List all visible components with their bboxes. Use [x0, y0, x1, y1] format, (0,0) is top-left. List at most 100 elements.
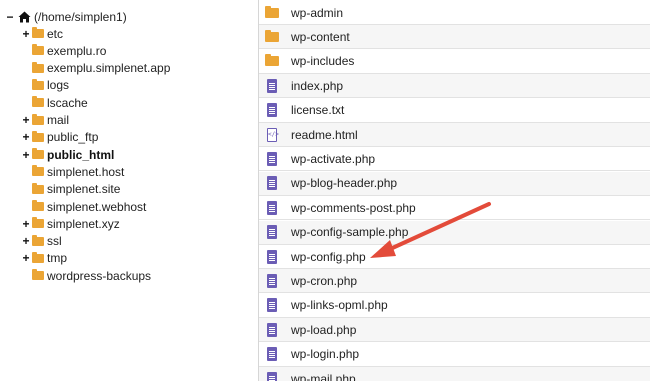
expand-toggle[interactable]: +	[22, 131, 30, 143]
php-file-icon	[265, 78, 279, 94]
tree-item-public-ftp[interactable]: + public_ftp	[22, 129, 98, 146]
tree-item-simplenet-webhost[interactable]: simplenet.webhost	[22, 198, 146, 215]
folder-icon	[32, 78, 44, 90]
tree-item-exemplu-simplenet-app[interactable]: exemplu.simplenet.app	[22, 60, 170, 77]
folder-icon	[32, 148, 44, 160]
file-name[interactable]: wp-links-opml.php	[291, 298, 388, 312]
folder-icon	[32, 130, 44, 142]
tree-root[interactable]: − (/home/simplen1)	[6, 8, 127, 25]
tree-item-lscache[interactable]: lscache	[22, 94, 88, 111]
collapse-toggle[interactable]: −	[6, 11, 14, 23]
folder-icon	[32, 200, 44, 211]
file-name[interactable]: wp-cron.php	[291, 274, 357, 288]
folder-icon	[265, 5, 279, 21]
folder-icon	[32, 217, 44, 229]
file-name[interactable]: wp-load.php	[291, 323, 356, 337]
tree-item-tmp[interactable]: + tmp	[22, 250, 67, 267]
tree-item-exemplu-ro[interactable]: exemplu.ro	[22, 42, 106, 59]
file-row[interactable]: wp-content	[259, 25, 650, 50]
file-name[interactable]: wp-config.php	[291, 250, 366, 264]
file-row[interactable]: wp-activate.php	[259, 147, 650, 172]
file-row[interactable]: license.txt	[259, 99, 650, 123]
tree-item-label[interactable]: lscache	[47, 96, 88, 110]
file-name[interactable]: wp-comments-post.php	[291, 201, 416, 215]
tree-item-logs[interactable]: logs	[22, 77, 69, 94]
file-name[interactable]: index.php	[291, 79, 343, 93]
tree-item-label[interactable]: tmp	[47, 251, 67, 265]
folder-icon	[32, 251, 44, 263]
file-list: wp-admin wp-content wp-includes index.php li…	[259, 0, 650, 381]
folder-icon	[32, 165, 44, 177]
expand-toggle[interactable]: +	[22, 218, 30, 230]
html-file-icon: </>	[265, 127, 279, 143]
tree-item-label[interactable]: exemplu.simplenet.app	[47, 61, 170, 75]
tree-item-label[interactable]: simplenet.site	[47, 182, 120, 196]
file-row[interactable]: wp-includes	[259, 50, 650, 74]
expand-toggle[interactable]: +	[22, 235, 30, 247]
file-name[interactable]: wp-login.php	[291, 347, 359, 361]
tree-item-public-html[interactable]: + public_html	[22, 146, 114, 163]
folder-icon	[265, 29, 279, 45]
file-row[interactable]: wp-mail.php	[259, 367, 650, 381]
folder-icon	[32, 182, 44, 194]
tree-item-label[interactable]: simplenet.xyz	[47, 217, 120, 231]
file-name[interactable]: license.txt	[291, 103, 344, 117]
tree-item-wordpress-backups[interactable]: wordpress-backups	[22, 267, 151, 284]
file-row[interactable]: wp-load.php	[259, 318, 650, 343]
file-row[interactable]: wp-blog-header.php	[259, 171, 650, 196]
tree-item-label[interactable]: public_html	[47, 148, 114, 162]
php-file-icon	[265, 273, 279, 289]
folder-tree: − (/home/simplen1) + etc exemplu.ro exemplu…	[0, 0, 258, 381]
tree-item-simplenet-xyz[interactable]: + simplenet.xyz	[22, 215, 120, 232]
tree-item-label[interactable]: mail	[47, 113, 69, 127]
tree-item-label[interactable]: logs	[47, 78, 69, 92]
tree-item-label[interactable]: ssl	[47, 234, 62, 248]
tree-item-ssl[interactable]: + ssl	[22, 233, 62, 250]
folder-icon	[32, 113, 44, 125]
file-row[interactable]: wp-comments-post.php	[259, 196, 650, 221]
file-row[interactable]: </> readme.html	[259, 123, 650, 147]
tree-item-label[interactable]: wordpress-backups	[47, 269, 151, 283]
file-row[interactable]: wp-login.php	[259, 343, 650, 367]
expand-toggle[interactable]: +	[22, 252, 30, 264]
php-file-icon	[265, 200, 279, 216]
tree-root-label[interactable]: (/home/simplen1)	[34, 10, 127, 24]
tree-item-label[interactable]: exemplu.ro	[47, 44, 106, 58]
home-icon	[18, 11, 31, 22]
file-row[interactable]: wp-cron.php	[259, 269, 650, 294]
file-name[interactable]: wp-activate.php	[291, 152, 375, 166]
file-name[interactable]: wp-blog-header.php	[291, 176, 397, 190]
file-row[interactable]: index.php	[259, 74, 650, 99]
file-row[interactable]: wp-admin	[259, 1, 650, 25]
tree-item-etc[interactable]: + etc	[22, 25, 63, 42]
file-name[interactable]: wp-admin	[291, 6, 343, 20]
tree-item-simplenet-site[interactable]: simplenet.site	[22, 181, 120, 198]
file-name[interactable]: wp-mail.php	[291, 372, 356, 381]
folder-icon	[32, 96, 44, 108]
tree-item-label[interactable]: simplenet.host	[47, 165, 124, 179]
expand-toggle[interactable]: +	[22, 114, 30, 126]
expand-toggle[interactable]: +	[22, 149, 30, 161]
php-file-icon	[265, 224, 279, 240]
tree-item-simplenet-host[interactable]: simplenet.host	[22, 163, 124, 180]
file-row[interactable]: wp-links-opml.php	[259, 294, 650, 318]
file-name[interactable]: wp-includes	[291, 54, 354, 68]
php-file-icon	[265, 371, 279, 381]
expand-toggle[interactable]: +	[22, 28, 30, 40]
php-file-icon	[265, 175, 279, 191]
file-row[interactable]: wp-config-sample.php	[259, 220, 650, 245]
folder-icon	[32, 61, 44, 73]
php-file-icon	[265, 151, 279, 167]
file-row[interactable]: wp-config.php	[259, 245, 650, 269]
tree-item-mail[interactable]: + mail	[22, 112, 69, 129]
php-file-icon	[265, 346, 279, 362]
file-name[interactable]: readme.html	[291, 128, 358, 142]
folder-icon	[32, 234, 44, 246]
folder-icon	[32, 44, 44, 56]
tree-item-label[interactable]: public_ftp	[47, 130, 98, 144]
tree-item-label[interactable]: simplenet.webhost	[47, 200, 146, 214]
file-name[interactable]: wp-config-sample.php	[291, 225, 408, 239]
file-name[interactable]: wp-content	[291, 30, 350, 44]
php-file-icon	[265, 249, 279, 265]
tree-item-label[interactable]: etc	[47, 27, 63, 41]
